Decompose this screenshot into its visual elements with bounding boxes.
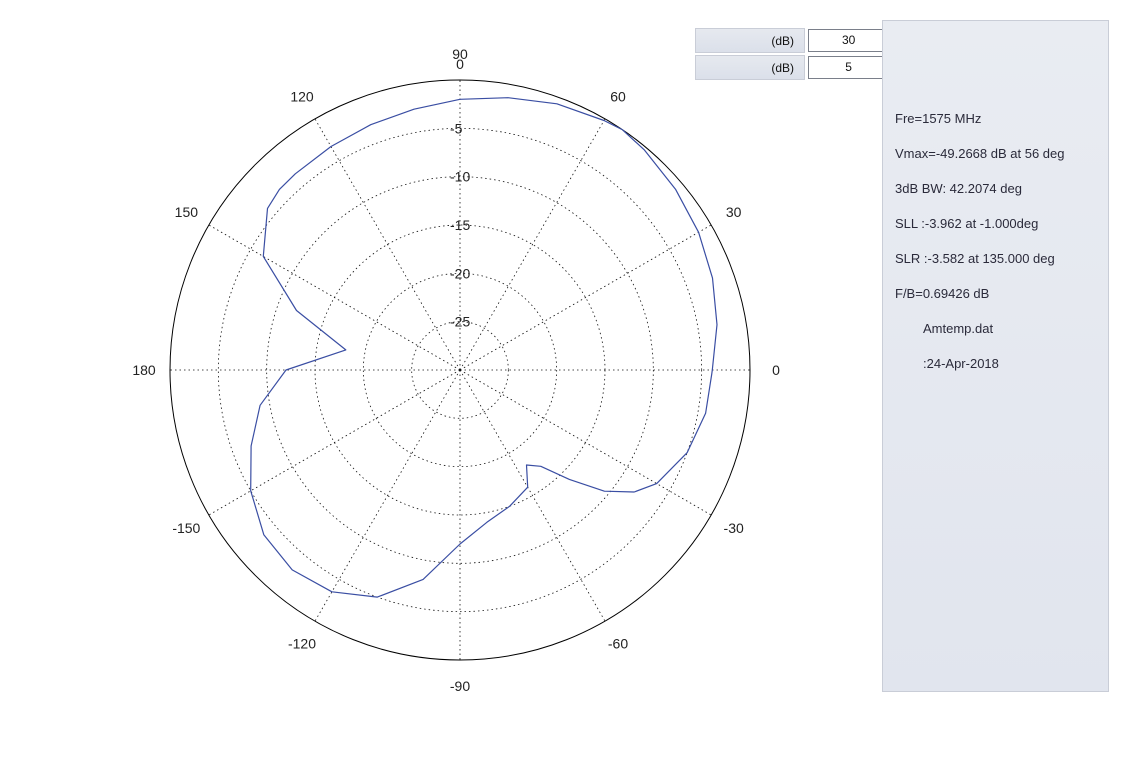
svg-text:60: 60 (610, 88, 626, 104)
svg-text:-90: -90 (450, 678, 470, 694)
info-panel: Fre=1575 MHz Vmax=-49.2668 dB at 56 deg … (882, 20, 1109, 692)
info-fb: F/B=0.69426 dB (895, 286, 989, 301)
svg-text:120: 120 (290, 88, 314, 104)
svg-text:-5: -5 (450, 120, 463, 136)
svg-text:-15: -15 (450, 217, 470, 233)
info-date: :24-Apr-2018 (923, 356, 999, 371)
range-db-input[interactable]: 30 (808, 29, 890, 52)
svg-text:-60: -60 (608, 636, 628, 652)
polar-plot: 0306090120150180-150-120-90-60-300-5-10-… (20, 20, 870, 740)
svg-text:-120: -120 (288, 636, 316, 652)
range-db-row: (dB) 30 (695, 28, 890, 53)
step-db-row: (dB) 5 (695, 55, 890, 80)
svg-text:180: 180 (132, 362, 156, 378)
svg-text:-25: -25 (450, 314, 470, 330)
svg-text:30: 30 (726, 204, 742, 220)
svg-text:150: 150 (175, 204, 199, 220)
info-sll: SLL :-3.962 at -1.000deg (895, 216, 1038, 231)
svg-text:-20: -20 (450, 265, 470, 281)
step-db-label: (dB) (695, 55, 805, 80)
svg-text:0: 0 (772, 362, 780, 378)
info-vmax: Vmax=-49.2668 dB at 56 deg (895, 146, 1064, 161)
svg-text:0: 0 (456, 56, 464, 72)
range-db-label: (dB) (695, 28, 805, 53)
step-db-input[interactable]: 5 (808, 56, 890, 79)
svg-text:-150: -150 (172, 520, 200, 536)
svg-text:-30: -30 (724, 520, 744, 536)
info-frequency: Fre=1575 MHz (895, 111, 981, 126)
info-file: Amtemp.dat (923, 321, 993, 336)
svg-text:-10: -10 (450, 169, 470, 185)
info-slr: SLR :-3.582 at 135.000 deg (895, 251, 1055, 266)
info-3db-bw: 3dB BW: 42.2074 deg (895, 181, 1022, 196)
